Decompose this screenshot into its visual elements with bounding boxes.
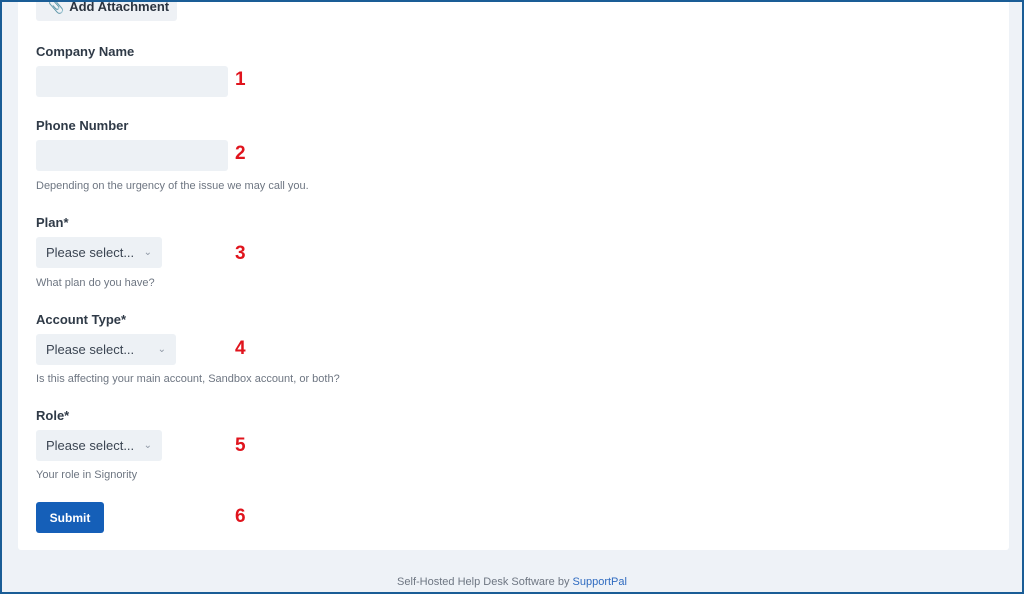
submit-button[interactable]: Submit: [36, 502, 104, 533]
account-type-label: Account Type*: [36, 312, 127, 327]
annotation-number: 4: [235, 338, 246, 359]
annotation-number: 3: [235, 243, 246, 264]
supportpal-link[interactable]: SupportPal: [573, 576, 627, 588]
company-name-field[interactable]: [36, 66, 228, 97]
plan-select-value: Please select...: [46, 245, 135, 260]
plan-select[interactable]: Please select... ⌄: [36, 237, 162, 268]
footer: Self-Hosted Help Desk Software by Suppor…: [2, 576, 1022, 588]
role-help: Your role in Signority: [36, 469, 138, 481]
chevron-down-icon: ⌄: [143, 440, 152, 451]
page-frame: 📎 Add Attachment Company Name 1 Phone Nu…: [2, 2, 1022, 592]
add-attachment-button[interactable]: 📎 Add Attachment: [36, 2, 177, 21]
role-select[interactable]: Please select... ⌄: [36, 430, 162, 461]
phone-number-help: Depending on the urgency of the issue we…: [36, 180, 309, 192]
annotation-number: 6: [235, 506, 246, 527]
account-type-select-value: Please select...: [46, 342, 135, 357]
role-label: Role*: [36, 408, 70, 423]
annotation-number: 1: [235, 69, 246, 90]
plan-help: What plan do you have?: [36, 277, 155, 289]
company-name-label: Company Name: [36, 44, 135, 59]
paperclip-icon: 📎: [48, 2, 65, 14]
phone-number-label: Phone Number: [36, 118, 129, 133]
chevron-down-icon: ⌄: [143, 247, 152, 258]
add-attachment-label: Add Attachment: [69, 2, 170, 14]
phone-number-field[interactable]: [36, 140, 228, 171]
account-type-select[interactable]: Please select... ⌄: [36, 334, 176, 365]
footer-text: Self-Hosted Help Desk Software by: [397, 576, 573, 588]
annotation-number: 5: [235, 435, 246, 456]
role-select-value: Please select...: [46, 438, 135, 453]
account-type-help: Is this affecting your main account, San…: [36, 373, 340, 385]
form-card: 📎 Add Attachment Company Name 1 Phone Nu…: [18, 2, 1009, 550]
plan-label: Plan*: [36, 215, 69, 230]
annotation-number: 2: [235, 143, 246, 164]
chevron-down-icon: ⌄: [157, 344, 166, 355]
